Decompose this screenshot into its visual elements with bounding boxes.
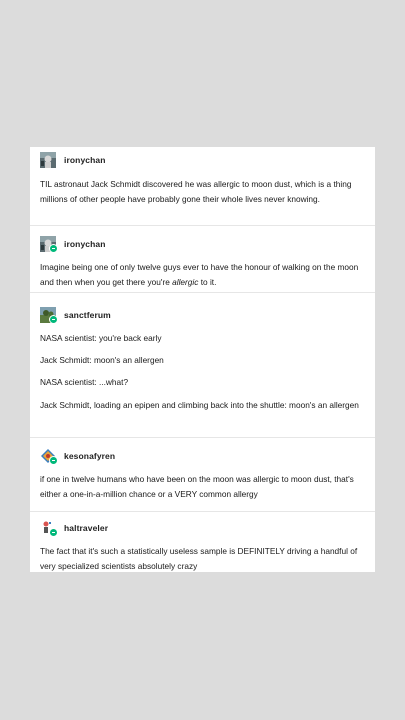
- post-username[interactable]: ironychan: [64, 239, 106, 249]
- reblog-entry-sanctferum: sanctferum NASA scientist: you're back e…: [30, 307, 375, 413]
- tumblr-post-card: ironychan TIL astronaut Jack Schmidt dis…: [30, 147, 375, 572]
- post-username[interactable]: sanctferum: [64, 310, 111, 320]
- post-header: kesonafyren: [40, 448, 367, 466]
- reblog-entry-haltraveler: haltraveler The fact that it's such a st…: [30, 520, 375, 572]
- post-divider: [30, 437, 375, 438]
- reblog-badge-icon: [49, 244, 58, 253]
- emphasis-text: allergic: [172, 277, 199, 288]
- post-paragraph: if one in twelve humans who have been on…: [40, 474, 354, 500]
- post-body: TIL astronaut Jack Schmidt discovered he…: [40, 177, 367, 207]
- astronaut-avatar-icon[interactable]: [40, 152, 56, 168]
- post-divider: [30, 511, 375, 512]
- post-username[interactable]: ironychan: [64, 155, 106, 165]
- reblog-entry-kesonafyren: kesonafyren if one in twelve humans who …: [30, 448, 375, 502]
- reblog-entry-ironychan-1: ironychan TIL astronaut Jack Schmidt dis…: [30, 152, 375, 207]
- reblog-entry-ironychan-2: ironychan Imagine being one of only twel…: [30, 236, 375, 290]
- post-paragraph: TIL astronaut Jack Schmidt discovered he…: [40, 179, 352, 205]
- post-header: sanctferum: [40, 307, 367, 325]
- post-body: The fact that it's such a statistically …: [40, 544, 367, 572]
- post-header: ironychan: [40, 236, 367, 254]
- post-username[interactable]: haltraveler: [64, 523, 108, 533]
- post-divider: [30, 225, 375, 226]
- post-body: Imagine being one of only twelve guys ev…: [40, 260, 367, 290]
- post-header: haltraveler: [40, 520, 367, 538]
- post-username[interactable]: kesonafyren: [64, 451, 115, 461]
- post-divider: [30, 292, 375, 293]
- post-paragraph: Imagine being one of only twelve guys ev…: [40, 262, 359, 288]
- reblog-badge-icon: [49, 315, 58, 324]
- post-body: if one in twelve humans who have been on…: [40, 472, 367, 502]
- post-header: ironychan: [40, 152, 367, 170]
- post-paragraph: NASA scientist: you're back early: [40, 333, 162, 343]
- post-paragraph: NASA scientist: ...what?: [40, 377, 129, 388]
- post-paragraph: Jack Schmidt: moon's an allergen: [40, 355, 164, 366]
- post-paragraph: Jack Schmidt, loading an epipen and clim…: [40, 399, 359, 410]
- post-body: NASA scientist: you're back early Jack S…: [40, 331, 367, 413]
- reblog-badge-icon: [49, 456, 58, 465]
- reblog-badge-icon: [49, 528, 58, 537]
- post-paragraph: The fact that it's such a statistically …: [40, 546, 358, 572]
